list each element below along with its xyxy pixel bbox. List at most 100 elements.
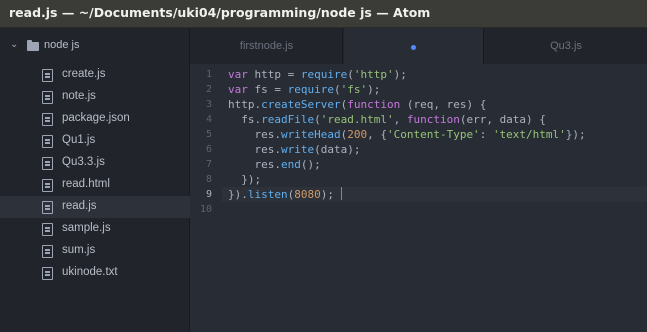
tree-file-label: ukinode.txt [62, 266, 118, 278]
code-token: (err, data) { [459, 113, 546, 126]
line-number: 10 [199, 204, 212, 215]
code-token: res. [228, 158, 281, 171]
tree-file-item[interactable]: sample.js [0, 218, 190, 240]
tree-file-item[interactable]: package.json [0, 108, 190, 130]
code-line[interactable]: res.write(data); [228, 142, 360, 157]
code-line[interactable]: http.createServer(function (req, res) { [228, 97, 486, 112]
file-text-icon [42, 223, 53, 236]
file-text-icon [42, 179, 53, 192]
line-number: 9 [205, 189, 212, 200]
code-token: , { [367, 128, 387, 141]
code-token: res. [228, 143, 281, 156]
tree-file-item[interactable]: Qu3.3.js [0, 152, 190, 174]
tree-file-item[interactable]: Qu1.js [0, 130, 190, 152]
code-line[interactable]: var http = require('http'); [228, 67, 407, 82]
code-token: 'text/html' [492, 128, 566, 141]
code-line[interactable]: }); [228, 172, 261, 187]
tab-qu3[interactable]: Qu3.js [485, 28, 647, 64]
code-token: 8080 [294, 188, 321, 201]
tree-view: create.js note.js package.json Qu1.js Qu3.3.… [0, 64, 190, 332]
text-editor[interactable]: 1 2 3 4 5 6 7 8 9 10 var http = require('http'); v… [190, 64, 647, 332]
tree-file-item[interactable]: ukinode.txt [0, 262, 190, 284]
code-token: ( [333, 83, 341, 96]
code-token: ); [393, 68, 407, 81]
code-token: fs = [247, 83, 288, 96]
tree-file-label: create.js [62, 68, 106, 80]
tree-view-root[interactable]: ⌄ node js [0, 28, 190, 64]
tree-file-item[interactable]: note.js [0, 86, 190, 108]
code-token: writeHead [280, 128, 341, 141]
code-line[interactable]: }).listen(8080); [228, 187, 343, 202]
code-token: 'http' [353, 68, 394, 81]
chevron-down-icon[interactable]: ⌄ [10, 39, 20, 51]
atom-window: read.js — ~/Documents/uki04/programming/… [0, 0, 647, 332]
code-token: (data); [314, 143, 361, 156]
code-token: ( [347, 68, 354, 81]
code-token: var [228, 68, 248, 81]
line-number: 5 [205, 129, 212, 140]
code-token: ); [367, 83, 381, 96]
code-token: (); [300, 158, 321, 171]
file-text-icon [42, 245, 53, 258]
code-line[interactable]: res.end(); [228, 157, 321, 172]
code-token: http = [247, 68, 301, 81]
tab-bar: ⌄ node js firstnode.js Qu3.js [0, 28, 647, 64]
tree-file-label: package.json [62, 112, 130, 124]
code-token: function [406, 113, 460, 126]
code-token: , [393, 113, 407, 126]
code-token: 'read.html' [320, 113, 394, 126]
tree-file-label: read.html [62, 178, 110, 190]
file-text-icon [42, 201, 53, 214]
line-number-gutter: 1 2 3 4 5 6 7 8 9 10 [190, 64, 222, 332]
line-number: 7 [205, 159, 212, 170]
code-token: }). [228, 188, 248, 201]
code-token: fs. [228, 113, 262, 126]
tree-file-item[interactable]: sum.js [0, 240, 190, 262]
folder-icon [27, 40, 39, 51]
line-number: 8 [205, 174, 212, 185]
tree-file-item[interactable]: read.html [0, 174, 190, 196]
code-token: listen [247, 188, 288, 201]
file-text-icon [42, 69, 53, 82]
file-text-icon [42, 157, 53, 170]
window-title: read.js — ~/Documents/uki04/programming/… [9, 5, 431, 20]
tree-file-label: note.js [62, 90, 96, 102]
tree-file-label: read.js [62, 200, 97, 212]
tree-file-label: Qu3.3.js [62, 156, 105, 168]
line-number: 6 [205, 144, 212, 155]
tree-file-item[interactable]: create.js [0, 64, 190, 86]
code-line[interactable]: fs.readFile('read.html', function(err, d… [228, 112, 546, 127]
tab-firstnode[interactable]: firstnode.js [191, 28, 343, 64]
modified-dot-icon [411, 45, 416, 50]
code-token: createServer [261, 98, 341, 111]
code-line[interactable]: res.writeHead(200, {'Content-Type': 'tex… [228, 127, 586, 142]
code-token: 200 [347, 128, 368, 141]
code-token: }); [565, 128, 586, 141]
code-token: end [280, 158, 301, 171]
code-line[interactable]: var fs = require('fs'); [228, 82, 380, 97]
tree-file-label: sum.js [62, 244, 96, 256]
tab-read-js[interactable] [344, 28, 484, 64]
code-token: http. [228, 98, 262, 111]
line-number: 2 [205, 84, 212, 95]
code-token: require [287, 83, 334, 96]
code-token: var [228, 83, 248, 96]
tree-file-label: sample.js [62, 222, 111, 234]
tab-label: firstnode.js [239, 40, 294, 52]
code-token: res. [228, 128, 281, 141]
file-text-icon [42, 267, 53, 280]
tab-label: Qu3.js [550, 40, 582, 52]
code-token: 'fs' [340, 83, 368, 96]
code-token: }); [228, 173, 262, 186]
file-text-icon [42, 135, 53, 148]
code-token: function [347, 98, 401, 111]
code-token: write [280, 143, 315, 156]
text-cursor [340, 187, 343, 200]
code-token: readFile [261, 113, 315, 126]
title-bar: read.js — ~/Documents/uki04/programming/… [0, 0, 647, 28]
tree-file-item[interactable]: read.js [0, 196, 190, 218]
code-token: : [479, 128, 493, 141]
file-text-icon [42, 113, 53, 126]
code-token: 'Content-Type' [386, 128, 480, 141]
line-number: 4 [205, 114, 212, 125]
